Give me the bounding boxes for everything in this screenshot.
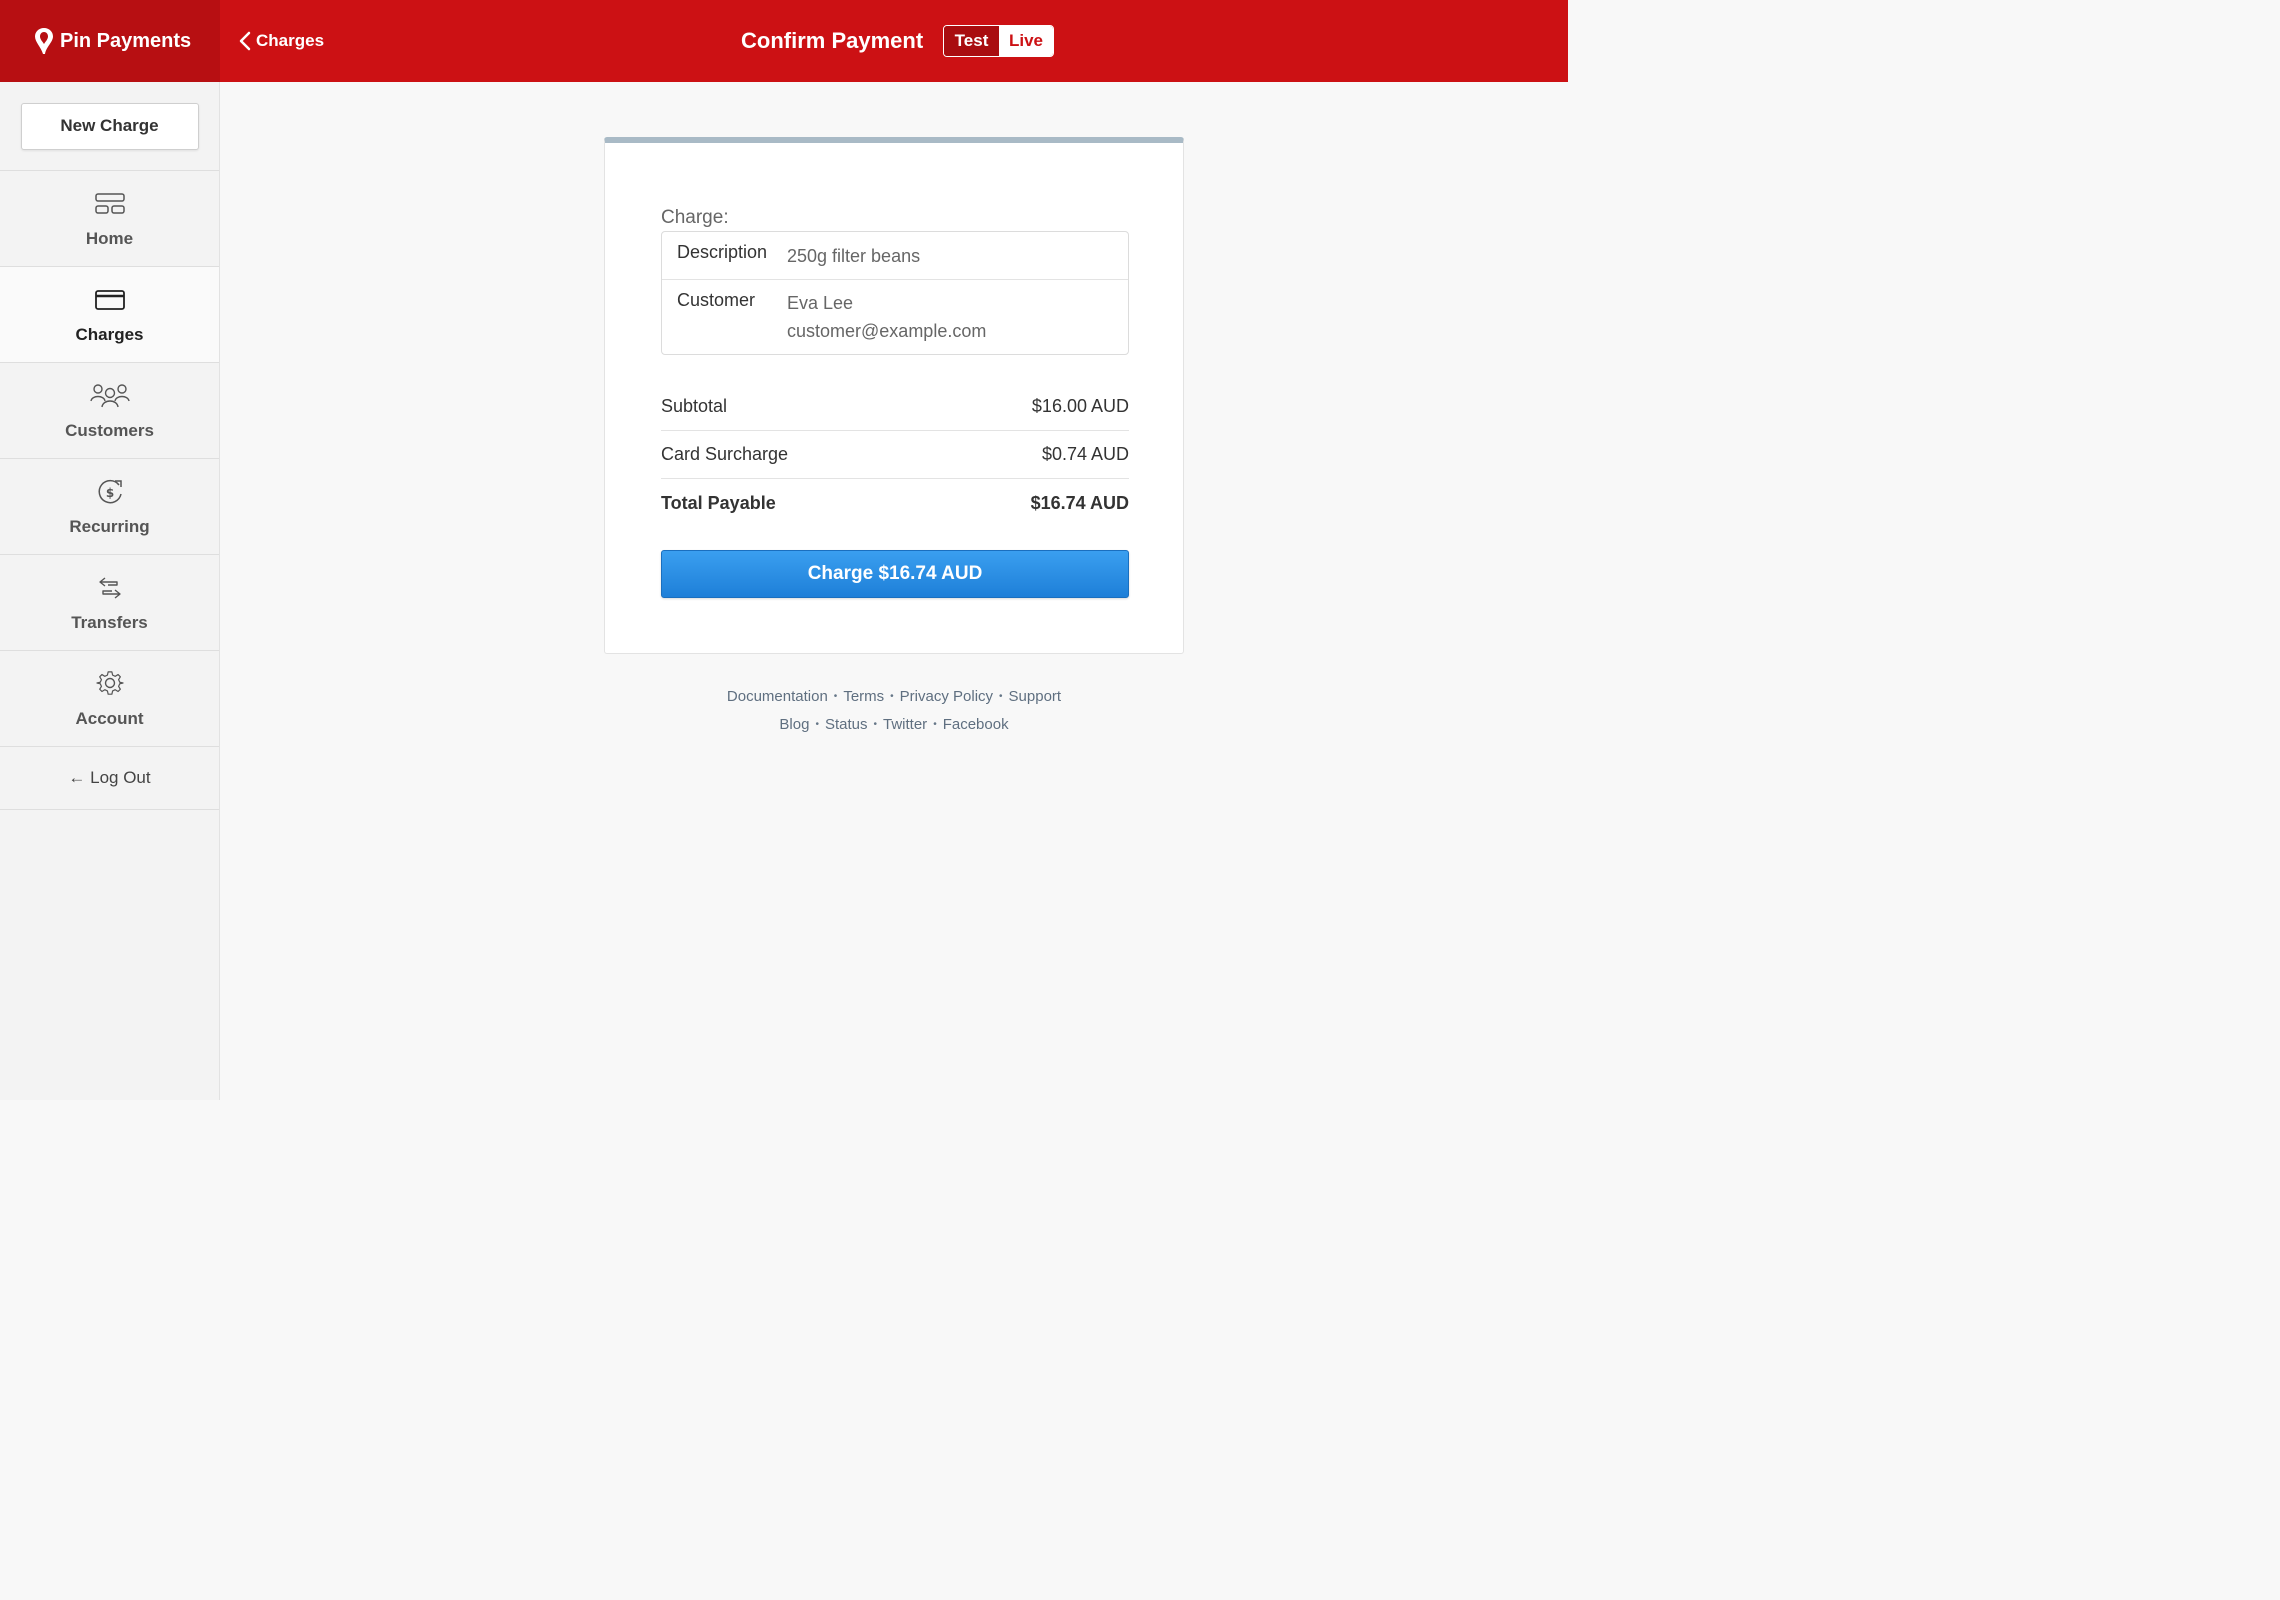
surcharge-value: $0.74 AUD <box>1041 444 1129 464</box>
separator-dot: • <box>815 719 819 730</box>
card-icon <box>94 289 125 310</box>
svg-text:$: $ <box>105 486 113 500</box>
footer-row-2: Blog • Status • Twitter • Facebook <box>604 711 1184 739</box>
customers-icon <box>89 383 130 407</box>
pin-icon <box>35 28 53 54</box>
surcharge-label: Card Surcharge <box>661 444 789 464</box>
footer-links: Documentation • Terms • Privacy Policy • Suppo… <box>604 683 1184 739</box>
total-value: $16.74 AUD <box>1030 492 1129 513</box>
new-charge-container: New Charge <box>0 82 219 171</box>
recurring-icon: $ <box>98 479 122 503</box>
sidebar-item-label: Customers <box>65 420 154 440</box>
separator-dot: • <box>873 719 877 730</box>
footer-link-terms[interactable]: Terms <box>843 688 884 705</box>
separator-dot: • <box>833 691 838 702</box>
total-label: Total Payable <box>661 492 776 513</box>
sidebar-item-charges[interactable]: Charges <box>0 267 219 363</box>
sidebar-item-customers[interactable]: Customers <box>0 363 219 459</box>
footer-link-support[interactable]: Support <box>1009 688 1062 705</box>
back-link-label: Charges <box>256 31 325 50</box>
sidebar-item-home[interactable]: Home <box>0 171 219 267</box>
logout-link[interactable]: ← Log Out <box>0 747 219 810</box>
footer-link-facebook[interactable]: Facebook <box>943 716 1009 733</box>
new-charge-button[interactable]: New Charge <box>20 102 199 150</box>
brand-name: Pin Payments <box>60 29 192 52</box>
mode-toggle: Test Live <box>943 25 1054 57</box>
chevron-left-icon <box>239 31 251 51</box>
subtotal-value: $16.00 AUD <box>1031 396 1129 416</box>
subtotal-row: Subtotal $16.00 AUD <box>661 383 1129 431</box>
footer-link-documentation[interactable]: Documentation <box>727 688 828 705</box>
customer-name: Eva Lee <box>787 293 854 313</box>
sidebar-item-label: Account <box>75 708 144 728</box>
customer-label: Customer <box>677 290 756 310</box>
separator-dot: • <box>933 719 937 730</box>
sidebar: New Charge Home Charges Customers $ Recu… <box>0 82 220 1100</box>
separator-dot: • <box>890 691 894 702</box>
description-value: 250g filter beans <box>787 246 921 266</box>
page-title: Confirm Payment <box>741 28 924 53</box>
customer-row: Customer Eva Lee customer@example.com <box>662 280 1128 356</box>
surcharge-row: Card Surcharge $0.74 AUD <box>661 431 1129 479</box>
sidebar-item-label: Charges <box>75 324 144 344</box>
footer-row-1: Documentation • Terms • Privacy Policy • Suppo… <box>604 683 1184 711</box>
sidebar-item-transfers[interactable]: Transfers <box>0 555 219 651</box>
description-label: Description <box>677 242 768 262</box>
sidebar-item-label: Home <box>85 228 134 248</box>
charge-heading: Charge: <box>661 207 729 228</box>
mode-test-button[interactable]: Test <box>944 26 999 56</box>
transfers-icon <box>98 576 121 599</box>
customer-email: customer@example.com <box>787 321 987 341</box>
top-bar: Pin Payments Charges Confirm Payment Tes… <box>0 0 1568 82</box>
sidebar-item-label: Recurring <box>69 516 150 536</box>
description-row: Description 250g filter beans <box>662 232 1128 280</box>
confirm-payment-card: Charge: Description 250g filter beans Cu… <box>604 137 1184 654</box>
sidebar-item-recurring[interactable]: $ Recurring <box>0 459 219 555</box>
footer-link-blog[interactable]: Blog <box>779 716 809 733</box>
charge-details-box: Description 250g filter beans Customer E… <box>661 231 1129 355</box>
gear-icon <box>95 670 124 695</box>
footer-link-status[interactable]: Status <box>825 716 868 733</box>
charge-button[interactable]: Charge $16.74 AUD <box>661 550 1129 598</box>
total-row: Total Payable $16.74 AUD <box>661 479 1129 527</box>
footer-link-privacy[interactable]: Privacy Policy <box>900 688 993 705</box>
sidebar-item-account[interactable]: Account <box>0 651 219 747</box>
back-to-charges-link[interactable]: Charges <box>238 0 324 82</box>
home-icon <box>94 192 125 214</box>
sidebar-item-label: Transfers <box>71 612 148 632</box>
brand-logo[interactable]: Pin Payments <box>0 0 220 82</box>
subtotal-label: Subtotal <box>661 396 728 416</box>
footer-link-twitter[interactable]: Twitter <box>883 716 927 733</box>
mode-live-button[interactable]: Live <box>999 26 1053 56</box>
separator-dot: • <box>999 691 1003 702</box>
customer-value: Eva Lee customer@example.com <box>787 289 986 345</box>
